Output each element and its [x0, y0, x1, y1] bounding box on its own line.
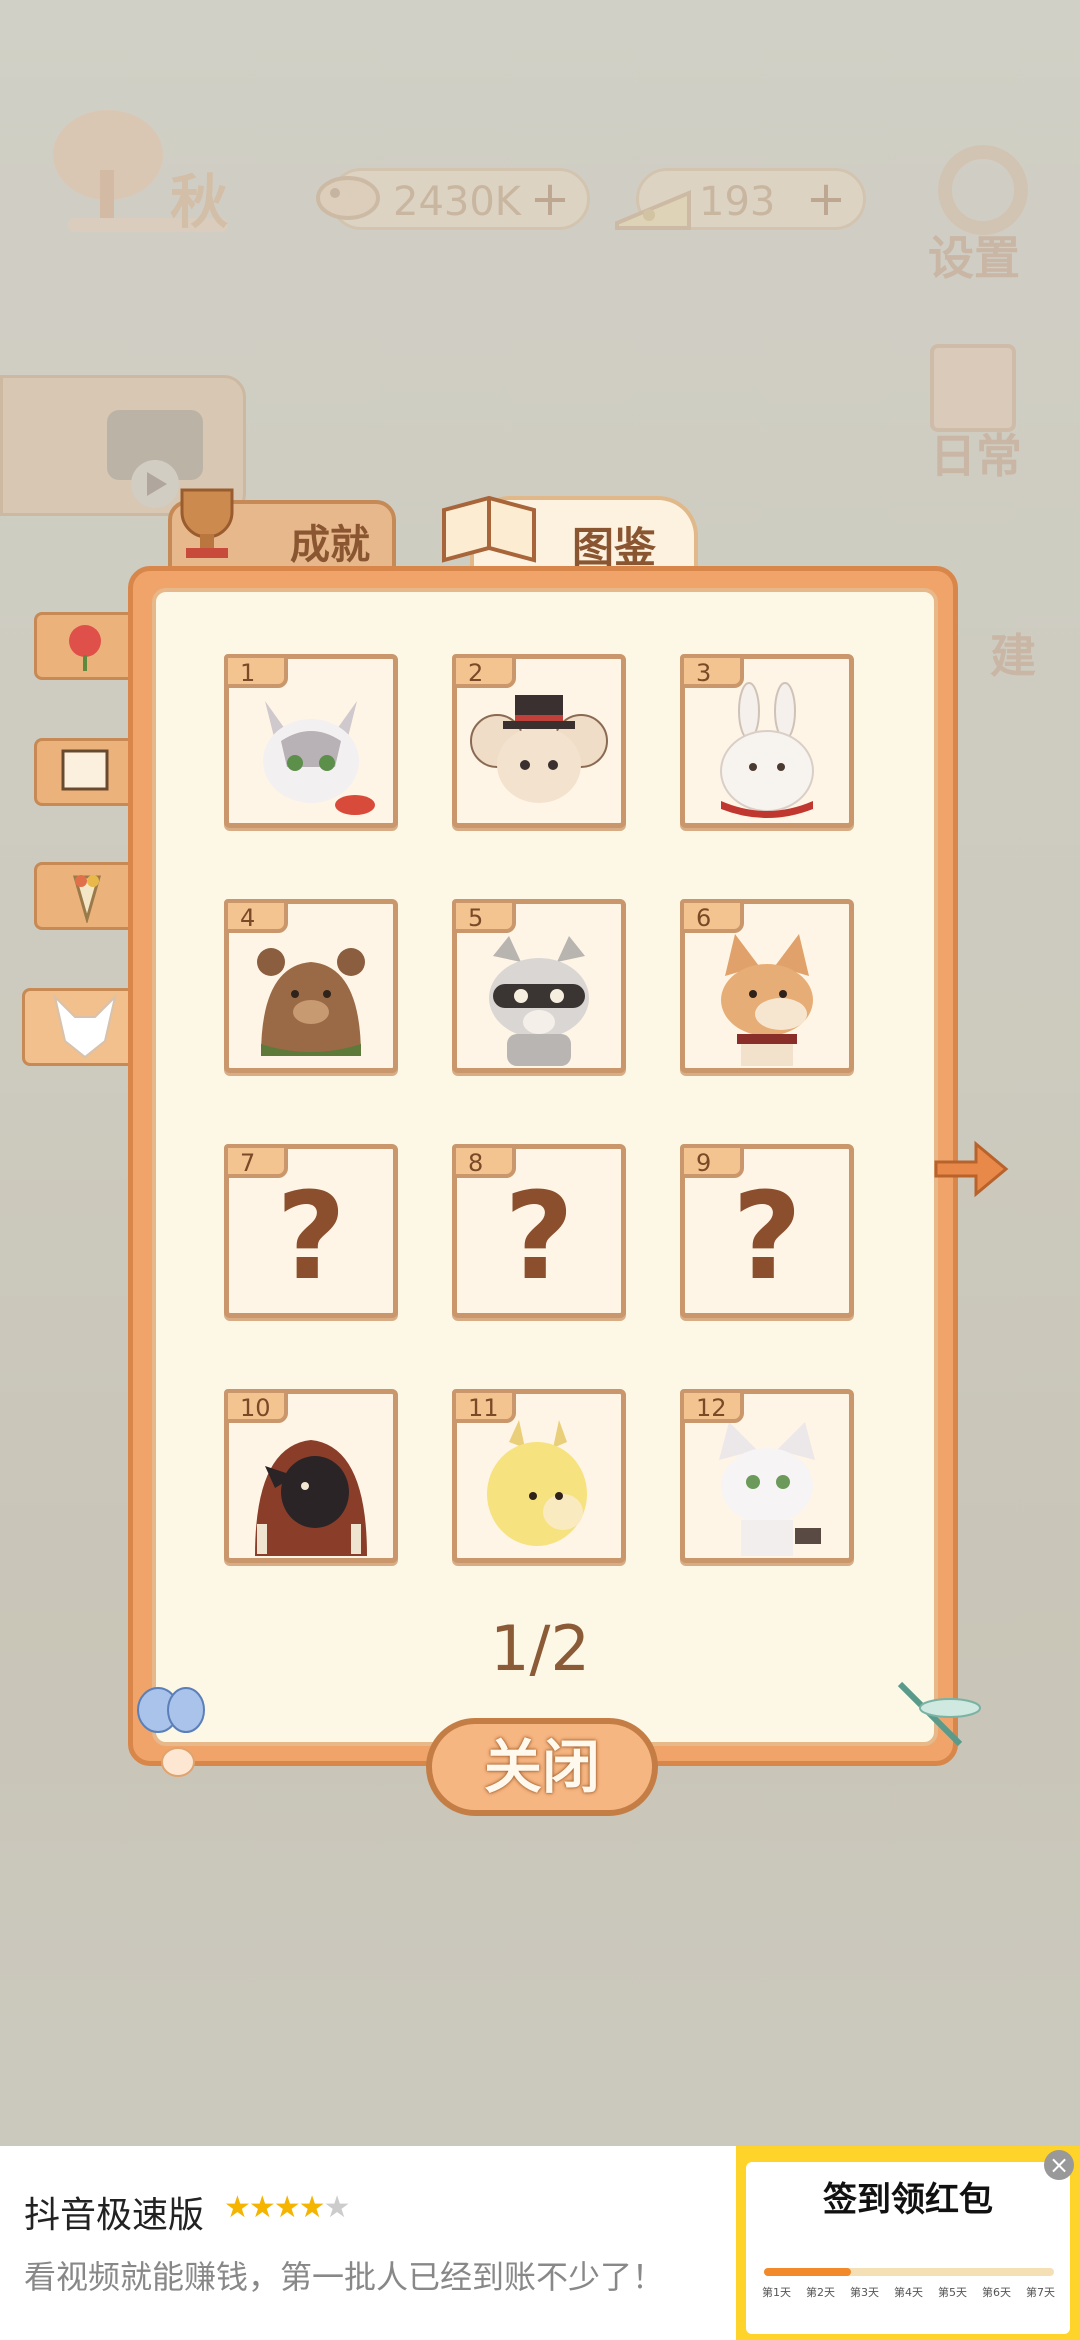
- butterfly-icon: [137, 1687, 205, 1777]
- fox-head-icon: [53, 993, 117, 1059]
- trophy-icon: [180, 488, 234, 558]
- question-mark: ?: [732, 1168, 802, 1307]
- atlas-card[interactable]: 10: [224, 1389, 398, 1563]
- ad-day-label: 第6天: [982, 2286, 1011, 2299]
- card-number: 10: [224, 1389, 288, 1423]
- atlas-card[interactable]: 2: [452, 654, 626, 828]
- ad-day-label: 第4天: [894, 2286, 923, 2299]
- atlas-card[interactable]: 3: [680, 654, 854, 828]
- atlas-card[interactable]: 1: [224, 654, 398, 828]
- brown-bear-icon: [257, 948, 365, 1056]
- category-photo[interactable]: [34, 738, 140, 806]
- card-number: 11: [452, 1389, 516, 1423]
- question-mark: ?: [276, 1168, 346, 1307]
- card-number: 7: [224, 1144, 288, 1178]
- ad-day-label: 第2天: [806, 2286, 835, 2299]
- white-cat-icon: [263, 701, 375, 815]
- card-number: 8: [452, 1144, 516, 1178]
- open-book-icon: [442, 495, 536, 563]
- atlas-card-locked[interactable]: ? 8: [452, 1144, 626, 1318]
- page-indicator: 1/2: [490, 1612, 590, 1685]
- ad-day-label: 第3天: [850, 2286, 879, 2299]
- card-number: 12: [680, 1389, 744, 1423]
- atlas-card-locked[interactable]: ? 7: [224, 1144, 398, 1318]
- ad-rating-stars: ★★★★★: [224, 2190, 350, 2225]
- atlas-card[interactable]: 11: [452, 1389, 626, 1563]
- ad-title: 抖音极速版: [24, 2195, 205, 2236]
- alpaca-icon: [487, 1420, 587, 1546]
- card-number: 6: [680, 899, 744, 933]
- question-mark: ?: [504, 1168, 574, 1307]
- category-bouquet[interactable]: [34, 862, 140, 930]
- ad-day-label: 第7天: [1026, 2286, 1055, 2299]
- mouse-with-hat-icon: [470, 695, 608, 803]
- card-number: 5: [452, 899, 516, 933]
- close-button[interactable]: 关闭: [426, 1718, 658, 1816]
- bouquet-icon: [73, 875, 101, 923]
- tab-achievements-label: 成就: [290, 522, 370, 568]
- close-button-label: 关闭: [483, 1733, 600, 1801]
- rose-icon: [69, 625, 101, 671]
- hooded-crow-icon: [255, 1440, 367, 1556]
- ad-close-icon[interactable]: ×: [1044, 2150, 1074, 2180]
- card-number: 2: [452, 654, 516, 688]
- white-fox-icon: [719, 1422, 821, 1556]
- atlas-card[interactable]: 12: [680, 1389, 854, 1563]
- next-page-arrow-icon[interactable]: [928, 1128, 1010, 1210]
- category-rose[interactable]: [34, 612, 140, 680]
- ad-subtitle: 看视频就能赚钱，第一批人已经到账不少了！: [24, 2258, 665, 2296]
- atlas-card[interactable]: 5: [452, 899, 626, 1073]
- ad-progress-bar: [764, 2268, 1054, 2276]
- shiba-dog-icon: [721, 934, 813, 1066]
- card-number: 1: [224, 654, 288, 688]
- atlas-card[interactable]: 4: [224, 899, 398, 1073]
- ad-day-label: 第5天: [938, 2286, 967, 2299]
- ad-progress-fill: [764, 2268, 851, 2276]
- atlas-card[interactable]: 6: [680, 899, 854, 1073]
- card-number: 3: [680, 654, 744, 688]
- raccoon-icon: [489, 936, 589, 1066]
- atlas-card-locked[interactable]: ? 9: [680, 1144, 854, 1318]
- photo-icon: [61, 749, 109, 791]
- ad-card-title: 签到领红包: [823, 2180, 993, 2220]
- card-number: 4: [224, 899, 288, 933]
- dragonfly-icon: [897, 1681, 981, 1747]
- ad-day-label: 第1天: [762, 2286, 791, 2299]
- white-rabbit-icon: [720, 682, 814, 818]
- card-number: 9: [680, 1144, 744, 1178]
